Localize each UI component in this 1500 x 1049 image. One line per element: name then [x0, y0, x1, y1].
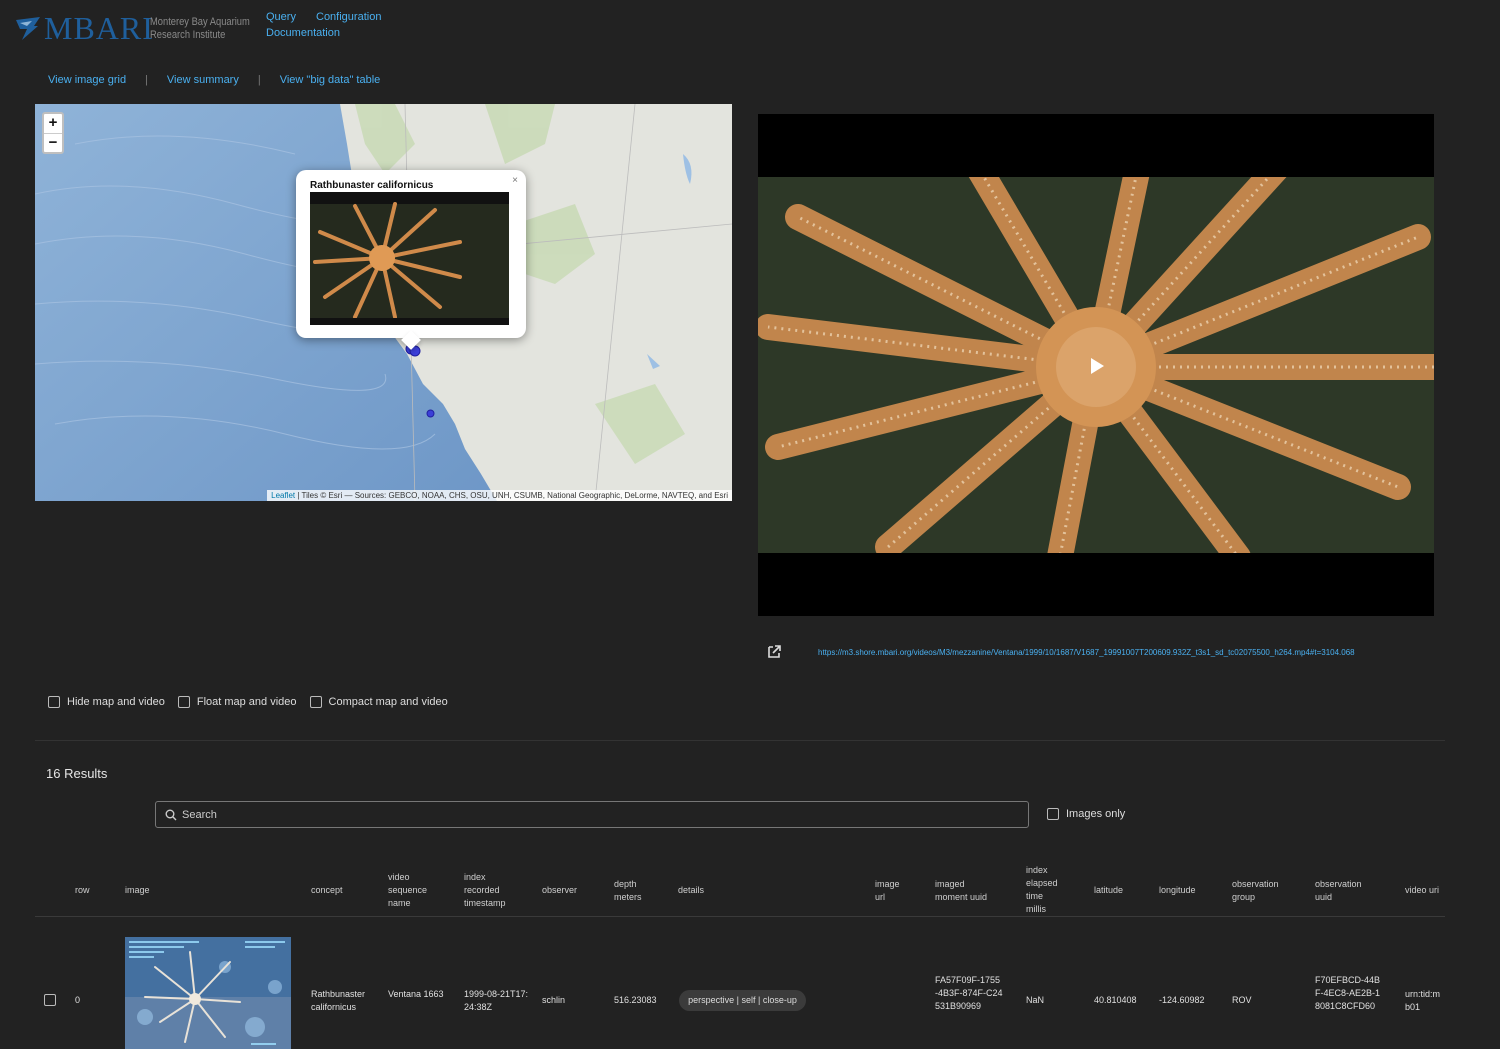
column-header-imaged-moment-uuid[interactable]: imaged moment uuid [935, 878, 995, 904]
compact-map-checkbox[interactable] [309, 696, 322, 708]
column-header-longitude[interactable]: longitude [1159, 884, 1196, 897]
cell-row: 0 [75, 995, 81, 1005]
mbari-logo-icon [16, 17, 40, 40]
video-player[interactable] [758, 114, 1434, 616]
column-header-details[interactable]: details [678, 884, 704, 897]
map-popup: Rathbunaster californicus × [296, 170, 526, 350]
search-input[interactable] [182, 805, 1002, 825]
separator: | [257, 74, 261, 86]
section-divider [35, 740, 1445, 741]
view-summary-link[interactable]: View summary [167, 74, 239, 86]
view-image-grid-link[interactable]: View image grid [48, 74, 126, 86]
images-only-checkbox[interactable] [1047, 808, 1059, 820]
observation-map[interactable]: + − Rathbunaster californicus × Leaflet … [35, 104, 732, 501]
table-header-divider [35, 916, 1445, 917]
cell-concept: Rathbunaster californicus [311, 989, 366, 1012]
cell-latitude: 40.810408 [1094, 995, 1137, 1005]
popup-image[interactable] [310, 192, 509, 325]
column-header-index-recorded-timestamp[interactable]: index recorded timestamp [464, 871, 514, 910]
cell-index-elapsed-time-millis: NaN [1026, 995, 1045, 1005]
cell-imaged-moment-uuid: FA57F09F-1755-4B3F-874F-C24531B90969 [935, 975, 1003, 1011]
popup-title: Rathbunaster californicus [310, 180, 434, 191]
column-header-observation-group[interactable]: observation group [1232, 878, 1287, 904]
play-icon[interactable] [1088, 357, 1106, 375]
cell-depth-meters: 516.23083 [614, 995, 657, 1005]
images-only-option[interactable]: Images only [1047, 808, 1125, 820]
cell-video-sequence-name: Ventana 1663 [388, 989, 444, 999]
zoom-control: + − [42, 112, 64, 154]
column-header-concept[interactable]: concept [311, 884, 343, 897]
row-select-checkbox[interactable] [44, 994, 56, 1006]
cell-image-thumbnail[interactable] [125, 937, 291, 1049]
column-header-index-elapsed-time-millis[interactable]: index elapsed time millis [1026, 864, 1064, 916]
zoom-in-button[interactable]: + [44, 114, 62, 133]
cell-observation-group: ROV [1232, 995, 1252, 1005]
mbari-logo[interactable]: MBARI Monterey Bay Aquarium Research Ins… [14, 10, 254, 46]
column-header-image-url[interactable]: image url [875, 878, 910, 904]
map-video-options: Hide map and video Float map and video C… [48, 696, 461, 708]
cell-observer: schlin [542, 995, 566, 1005]
column-header-row[interactable]: row [75, 884, 90, 897]
map-attribution: Leaflet | Tiles © Esri — Sources: GEBCO,… [267, 490, 732, 501]
view-switcher: View image grid | View summary | View "b… [48, 74, 380, 86]
popup-close-button[interactable]: × [512, 175, 518, 186]
float-map-checkbox[interactable] [177, 696, 190, 708]
nav-documentation[interactable]: Documentation [266, 27, 340, 39]
cell-longitude: -124.60982 [1159, 995, 1205, 1005]
search-box[interactable] [155, 801, 1029, 828]
search-icon [165, 809, 177, 821]
details-chip[interactable]: perspective | self | close-up [679, 990, 806, 1011]
hide-map-checkbox[interactable] [48, 696, 60, 708]
hide-map-option[interactable]: Hide map and video [48, 696, 165, 708]
nav-configuration[interactable]: Configuration [316, 11, 381, 23]
logo-wordmark: MBARI [44, 10, 154, 46]
column-header-observer[interactable]: observer [542, 884, 577, 897]
observation-marker[interactable] [426, 409, 435, 418]
column-header-video-sequence-name[interactable]: video sequence name [388, 871, 438, 910]
float-map-option[interactable]: Float map and video [177, 696, 297, 708]
view-big-data-table-link[interactable]: View "big data" table [280, 74, 381, 86]
nav-query[interactable]: Query [266, 11, 296, 23]
compact-map-option[interactable]: Compact map and video [309, 696, 448, 708]
zoom-out-button[interactable]: − [44, 133, 62, 152]
column-header-depth-meters[interactable]: depth meters [614, 878, 654, 904]
column-header-video-uri[interactable]: video uri [1405, 884, 1439, 897]
leaflet-link[interactable]: Leaflet [271, 491, 295, 500]
open-external-icon[interactable] [766, 644, 782, 660]
cell-observation-uuid: F70EFBCD-44BF-4EC8-AE2B-18081C8CFD60 [1315, 975, 1381, 1011]
column-header-image[interactable]: image [125, 884, 150, 897]
video-url-link[interactable]: https://m3.shore.mbari.org/videos/M3/mez… [818, 648, 1355, 657]
results-count: 16 Results [46, 766, 108, 781]
cell-video-uri: urn:tid:mb01 [1405, 989, 1441, 1012]
institute-name: Monterey Bay Aquarium Research Institute [150, 16, 250, 41]
cell-index-recorded-timestamp: 1999-08-21T17:24:38Z [464, 989, 529, 1012]
column-header-observation-uuid[interactable]: observation uuid [1315, 878, 1370, 904]
separator: | [145, 74, 148, 86]
column-header-latitude[interactable]: latitude [1094, 884, 1123, 897]
